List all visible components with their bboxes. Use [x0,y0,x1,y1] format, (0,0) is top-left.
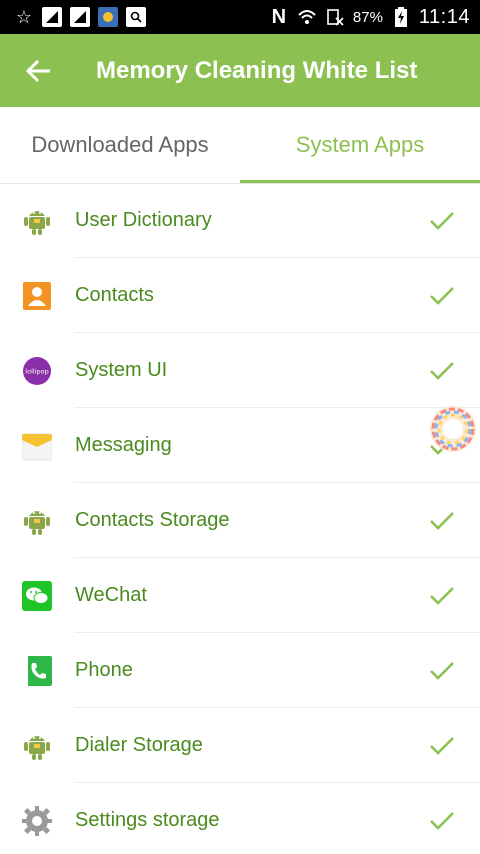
tab-bar: Downloaded Apps System Apps [0,107,480,183]
checkmark-icon[interactable] [428,282,456,310]
checkmark-icon[interactable] [428,207,456,235]
app-name: Messaging [75,434,172,456]
list-item[interactable]: Phone [0,633,480,708]
tab-downloaded-apps[interactable]: Downloaded Apps [0,107,240,183]
page-title: Memory Cleaning White List [96,56,418,84]
android-icon [22,206,52,236]
checkmark-icon[interactable] [428,732,456,760]
checkmark-icon[interactable] [428,807,456,835]
app-name: WeChat [75,584,147,606]
list-item[interactable]: Contacts Storage [0,483,480,558]
app-name: System UI [75,359,168,381]
phone-icon [22,655,52,686]
lollipop-icon: lollipop [22,356,52,386]
battery-charging-icon [391,7,411,27]
status-bar: ☆ N 87% 11:14 [0,0,480,34]
app-list: User Dictionary Contacts lollipop System… [0,183,480,854]
list-item[interactable]: Contacts [0,258,480,333]
android-icon [22,731,52,761]
floating-assistant-bubble[interactable] [428,404,478,454]
list-item[interactable]: User Dictionary [0,183,480,258]
clock: 11:14 [418,5,470,28]
app-name: Settings storage [75,809,220,831]
star-icon: ☆ [15,6,33,27]
notification-icon [70,7,90,27]
android-icon [22,506,52,536]
wechat-icon [22,580,52,611]
contacts-icon [22,281,52,311]
notification-icon [42,7,62,27]
list-item[interactable]: Messaging [0,408,480,483]
status-left: ☆ [14,7,146,27]
app-name: Dialer Storage [75,734,203,756]
messaging-icon [22,431,52,461]
wifi-icon [297,7,317,27]
checkmark-icon[interactable] [428,582,456,610]
list-item[interactable]: lollipop System UI [0,333,480,408]
list-item[interactable]: Settings storage [0,783,480,854]
app-name: Contacts [75,284,154,306]
back-arrow-icon[interactable] [24,56,54,86]
checkmark-icon[interactable] [428,507,456,535]
svg-text:lollipop: lollipop [25,367,48,375]
status-right: N 87% 11:14 [269,6,470,29]
nfc-icon: N [271,5,287,28]
checkmark-icon[interactable] [428,357,456,385]
tab-system-apps[interactable]: System Apps [240,107,480,183]
app-notification-icon [98,7,118,27]
search-notification-icon [126,7,146,27]
app-bar: Memory Cleaning White List [0,34,480,107]
list-item[interactable]: WeChat [0,558,480,633]
app-name: Phone [75,659,133,681]
checkmark-icon[interactable] [428,657,456,685]
battery-percent: 87% [352,8,383,26]
app-name: Contacts Storage [75,509,230,531]
list-item[interactable]: Dialer Storage [0,708,480,783]
signal-off-icon [325,7,345,27]
app-name: User Dictionary [75,209,212,231]
settings-gear-icon [22,805,52,836]
